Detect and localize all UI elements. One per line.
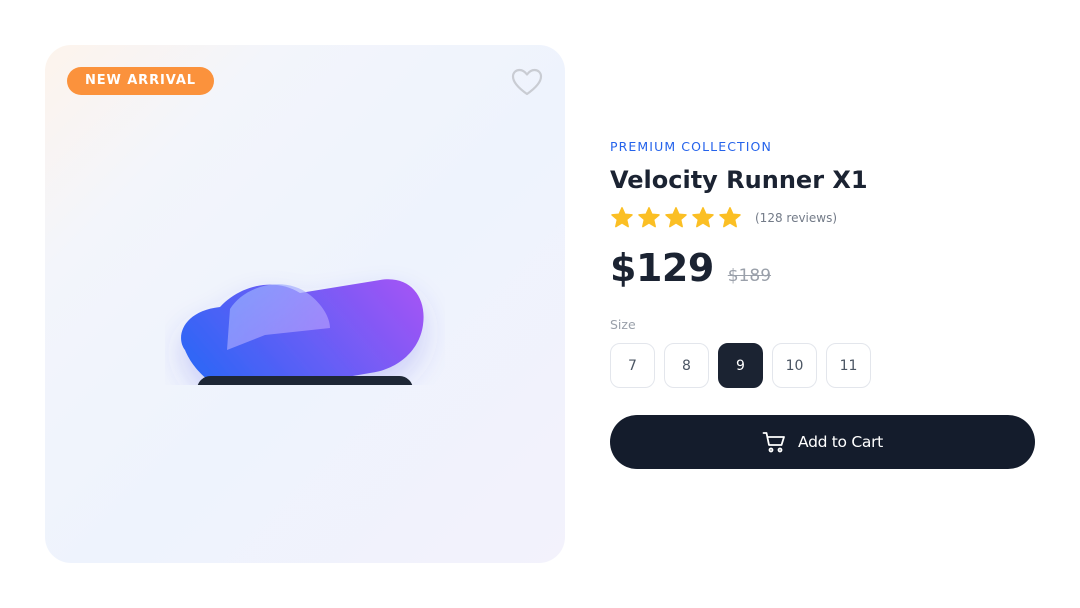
collection-label: PREMIUM COLLECTION [610, 139, 772, 154]
star-rating [610, 206, 742, 230]
size-option[interactable]: 8 [664, 343, 709, 388]
size-option[interactable]: 7 [610, 343, 655, 388]
star-icon [665, 207, 687, 228]
size-label: Size [610, 317, 636, 332]
rating: (128 reviews) [610, 206, 837, 230]
new-arrival-badge: NEW ARRIVAL [67, 67, 214, 95]
current-price: $129 [610, 246, 714, 290]
review-count: (128 reviews) [755, 211, 838, 225]
size-option[interactable]: 11 [826, 343, 871, 388]
original-price: $189 [727, 266, 772, 286]
shopping-cart-icon [762, 432, 785, 453]
size-selector: 7 8 9 10 11 [610, 343, 871, 388]
product-image-card: NEW ARRIVAL [45, 45, 565, 563]
product-image [181, 279, 424, 385]
wishlist-button[interactable] [509, 67, 545, 99]
add-to-cart-label: Add to Cart [798, 433, 883, 451]
size-option[interactable]: 9 [718, 343, 763, 388]
size-option[interactable]: 10 [772, 343, 817, 388]
price-row: $129 $189 [610, 246, 771, 290]
product-title: Velocity Runner X1 [610, 166, 868, 194]
star-icon [611, 207, 633, 228]
add-to-cart-button[interactable]: Add to Cart [610, 415, 1035, 469]
star-icon [719, 207, 741, 228]
star-icon [692, 207, 714, 228]
heart-outline-icon [511, 68, 543, 95]
star-icon [638, 207, 660, 228]
